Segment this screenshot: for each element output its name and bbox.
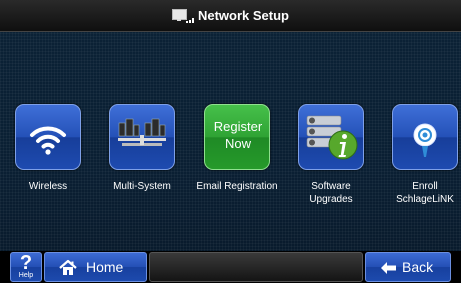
software-label-line1: Software [311, 181, 351, 192]
home-button[interactable]: Home [44, 252, 147, 282]
page-title: Network Setup [197, 8, 289, 23]
help-label: Help [18, 272, 34, 279]
software-upgrades-button[interactable] [298, 104, 364, 170]
register-now-text: Register Now [205, 118, 271, 152]
wireless-label: Wireless [28, 181, 68, 192]
help-button[interactable]: ? Help [10, 252, 42, 282]
enroll-label-line1: Enroll [412, 181, 438, 192]
software-info-icon [306, 115, 358, 160]
enroll-schlagelink-button[interactable] [392, 104, 458, 170]
enroll-schlagelink-label: Enroll SchlageLiNK [377, 180, 461, 206]
software-label-line2: Upgrades [309, 194, 353, 205]
wireless-button[interactable] [15, 104, 81, 170]
home-label: Home [86, 259, 124, 275]
back-arrow-icon [381, 262, 396, 274]
schlage-link-icon [413, 123, 437, 157]
multi-system-label: Multi-System [113, 181, 171, 192]
multi-system-icon [118, 118, 166, 146]
register-now-button[interactable]: Register Now [204, 104, 270, 170]
back-label: Back [402, 259, 434, 275]
enroll-label-line2: SchlageLiNK [396, 194, 454, 205]
help-question-icon: ? [19, 252, 33, 274]
footer-spacer [149, 252, 363, 282]
header-bar: Network Setup [0, 0, 461, 32]
software-upgrades-label: Software Upgrades [283, 180, 379, 206]
multi-system-button[interactable] [109, 104, 175, 170]
home-icon [59, 259, 77, 275]
register-text-line1: Register [213, 119, 263, 134]
register-text-line2: Now [224, 136, 251, 151]
network-computer-icon [171, 8, 194, 23]
back-button[interactable]: Back [365, 252, 451, 282]
network-setup-screen: Network Setup Wireless Multi-System Regi… [0, 0, 461, 283]
wifi-icon [30, 126, 66, 155]
email-registration-label: Email Registration [196, 181, 278, 192]
